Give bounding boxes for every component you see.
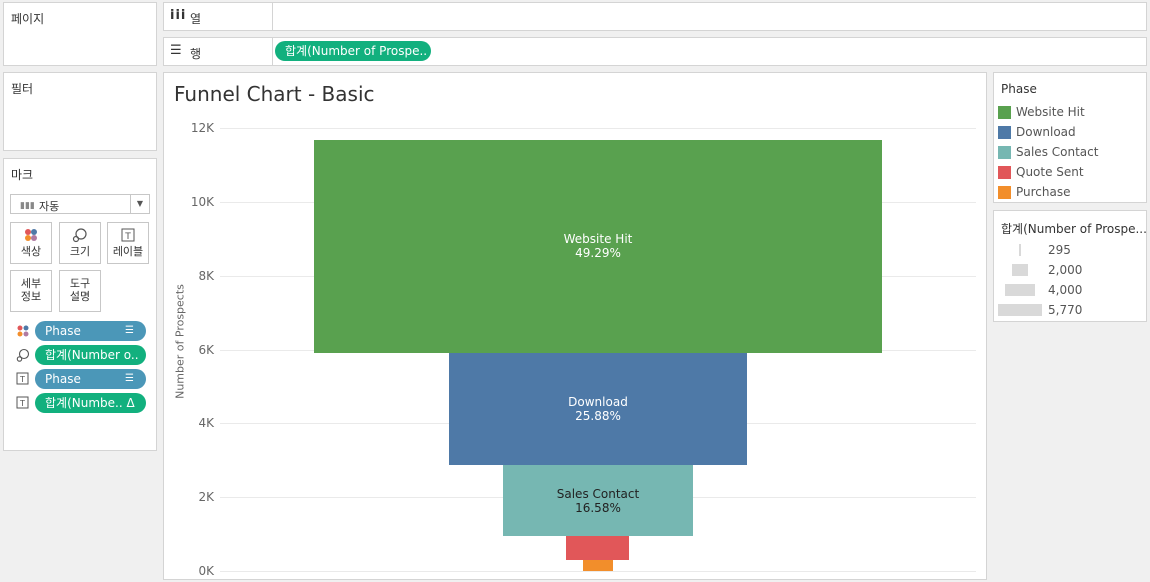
filters-card[interactable]: 필터 — [3, 72, 157, 151]
size-legend-mark — [1004, 284, 1036, 296]
marks-field-pill-phase-color[interactable]: Phase ☰ — [35, 321, 146, 341]
pages-title: 페이지 — [11, 12, 45, 26]
y-tick-label: 4K — [198, 416, 214, 431]
legend-swatch — [998, 186, 1011, 199]
y-tick-label: 10K — [190, 194, 214, 209]
size-legend-mark — [1012, 264, 1028, 276]
mark-type-label: 자동 — [39, 200, 60, 213]
pill-text: Phase — [45, 372, 81, 386]
legend-swatch — [998, 166, 1011, 179]
marks-field-pill-sum-label[interactable]: 합계(Numbe.. Δ — [35, 393, 146, 413]
filters-title: 필터 — [11, 82, 34, 96]
shelf-divider — [272, 3, 273, 30]
detail-button[interactable]: 세부 정보 — [10, 270, 52, 312]
y-tick-label: 6K — [198, 342, 214, 357]
label-icon: T — [16, 372, 30, 386]
size-icon — [60, 227, 100, 243]
size-legend-mark — [998, 304, 1042, 316]
funnel-segment-quote-sent[interactable] — [566, 536, 630, 561]
size-button-label: 크기 — [69, 245, 91, 258]
funnel-segment-purchase[interactable] — [583, 560, 613, 571]
marks-field-pill-sum-size[interactable]: 합계(Number o.. — [35, 345, 146, 365]
size-legend-label: 2,000 — [1048, 263, 1083, 277]
svg-text:T: T — [124, 232, 131, 242]
legend-label: Sales Contact — [1016, 145, 1099, 159]
y-tick-label: 2K — [198, 490, 214, 505]
sort-icon: ☰ — [125, 373, 134, 384]
color-dots-icon — [16, 324, 30, 338]
label-button-label: 레이블 — [112, 245, 144, 258]
size-legend-label: 5,770 — [1048, 303, 1083, 317]
size-legend-card[interactable]: 합계(Number of Prospe... 295 2,000 4,000 5,77… — [993, 210, 1147, 322]
svg-text:T: T — [19, 399, 25, 408]
funnel-data-label: Website Hit 49.29% — [563, 232, 633, 261]
gridline — [220, 128, 976, 129]
legend-swatch — [998, 146, 1011, 159]
color-button-label: 색상 — [20, 245, 42, 258]
gridline — [220, 571, 976, 572]
marks-card: 마크 ▮▮▮ 자동 ▼ 색상 크기 T 레이블 세부 정보 도구 설명 Phas… — [3, 158, 157, 451]
svg-text:T: T — [19, 375, 25, 384]
y-tick-label: 8K — [198, 268, 214, 283]
label-icon: T — [108, 227, 148, 243]
legend-swatch — [998, 126, 1011, 139]
legend-label: Download — [1016, 125, 1076, 139]
legend-label: Purchase — [1016, 185, 1071, 199]
y-tick-label: 12K — [190, 121, 214, 135]
label-button[interactable]: T 레이블 — [107, 222, 149, 264]
funnel-segment-download[interactable]: Download 25.88% — [448, 353, 748, 465]
color-button[interactable]: 색상 — [10, 222, 52, 264]
chevron-down-icon[interactable]: ▼ — [130, 195, 149, 213]
tooltip-button[interactable]: 도구 설명 — [59, 270, 101, 312]
color-legend-title: Phase — [1001, 82, 1037, 96]
marks-title: 마크 — [11, 168, 34, 182]
columns-label: 열 — [190, 12, 202, 26]
sort-icon: ☰ — [125, 325, 134, 336]
marks-field-pill-phase-label[interactable]: Phase ☰ — [35, 369, 146, 389]
pill-text: 합계(Numbe.. Δ — [45, 396, 135, 410]
color-legend-card[interactable]: Phase Website Hit Download Sales Contact Qu… — [993, 72, 1147, 203]
size-legend-title: 합계(Number of Prospe... — [1001, 222, 1147, 236]
funnel-data-label: Download 25.88% — [568, 394, 628, 423]
size-legend-mark — [1018, 244, 1022, 256]
mark-type-dropdown[interactable]: ▮▮▮ 자동 ▼ — [10, 194, 150, 214]
bar-chart-icon: ▮▮▮ — [20, 201, 35, 211]
pages-card[interactable]: 페이지 — [3, 2, 157, 66]
legend-label: Website Hit — [1016, 105, 1085, 119]
rows-label: 행 — [190, 47, 202, 61]
size-legend-label: 295 — [1048, 243, 1071, 257]
chart-card: Funnel Chart - Basic Number of Prospects… — [163, 72, 987, 580]
y-tick-label: 0K — [198, 564, 214, 578]
funnel-segment-website-hit[interactable]: Website Hit 49.29% — [314, 139, 882, 353]
color-palette-icon — [11, 227, 51, 243]
size-button[interactable]: 크기 — [59, 222, 101, 264]
label-icon: T — [16, 396, 30, 410]
rows-icon: ☰ — [170, 43, 182, 58]
columns-icon: iii — [170, 8, 187, 23]
detail-button-label: 세부 정보 — [20, 277, 42, 303]
funnel-data-label: Sales Contact 16.58% — [556, 486, 640, 515]
plot-area[interactable]: 0K 2K 4K 6K 8K 10K 12K Sales Contact 16.58% Down… — [164, 73, 986, 579]
size-legend-label: 4,000 — [1048, 283, 1083, 297]
pill-text: 합계(Number o.. — [45, 348, 139, 362]
rows-shelf[interactable]: ☰ 행 합계(Number of Prospe.. — [163, 37, 1147, 66]
shelf-divider — [272, 38, 273, 65]
funnel-segment-sales-contact[interactable]: Sales Contact 16.58% — [502, 464, 694, 537]
rows-field-pill[interactable]: 합계(Number of Prospe.. — [275, 41, 431, 61]
legend-swatch — [998, 106, 1011, 119]
tooltip-button-label: 도구 설명 — [69, 277, 91, 303]
pill-text: 합계(Number of Prospe.. — [285, 44, 428, 58]
size-icon — [16, 348, 30, 362]
columns-shelf[interactable]: iii 열 — [163, 2, 1147, 31]
legend-label: Quote Sent — [1016, 165, 1084, 179]
pill-text: Phase — [45, 324, 81, 338]
